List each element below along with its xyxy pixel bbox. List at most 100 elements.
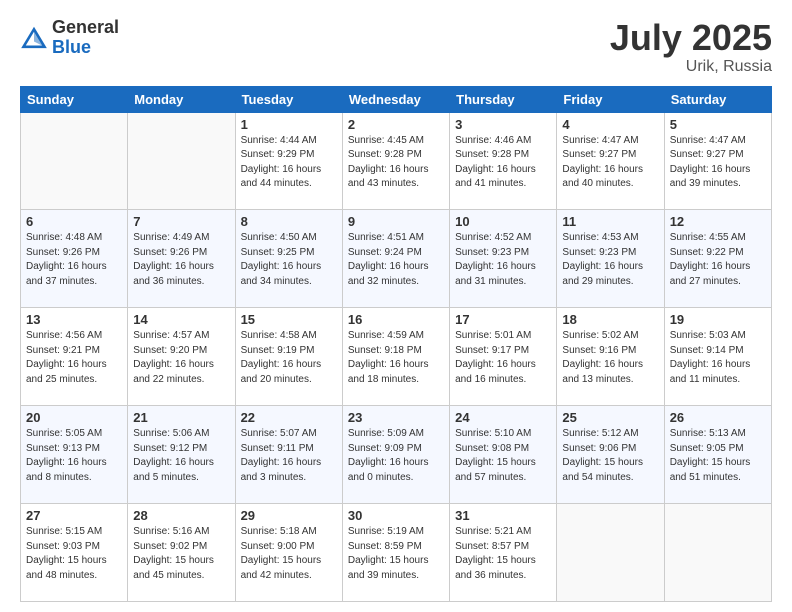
calendar-week-row: 1Sunrise: 4:44 AMSunset: 9:29 PMDaylight… (21, 112, 772, 210)
table-row: 5 Sunrise: 4:47 AMSunset: 9:27 PMDaylight… (664, 112, 771, 210)
table-row: 27 Sunrise: 5:15 AMSunset: 9:03 PMDayligh… (21, 504, 128, 602)
day-number: 29 (241, 508, 337, 523)
table-row: 28 Sunrise: 5:16 AMSunset: 9:02 PMDayligh… (128, 504, 235, 602)
day-info: Sunrise: 4:55 AMSunset: 9:22 PMDaylight:… (670, 231, 766, 289)
table-row: 7 Sunrise: 4:49 AMSunset: 9:26 PMDaylight… (128, 210, 235, 308)
table-row: 18Sunrise: 5:02 AMSunset: 9:16 PMDayligh… (557, 308, 664, 406)
table-row: 19 Sunrise: 5:03 AMSunset: 9:14 PMDayligh… (664, 308, 771, 406)
table-row: 13 Sunrise: 4:56 AMSunset: 9:21 PMDayligh… (21, 308, 128, 406)
title-month: July 2025 (610, 18, 772, 58)
table-row: 1Sunrise: 4:44 AMSunset: 9:29 PMDaylight… (235, 112, 342, 210)
table-row: 16 Sunrise: 4:59 AMSunset: 9:18 PMDayligh… (342, 308, 449, 406)
day-number: 7 (133, 214, 229, 229)
col-sunday: Sunday (21, 86, 128, 112)
day-info: Sunrise: 5:16 AMSunset: 9:02 PMDaylight:… (133, 525, 229, 583)
day-number: 2 (348, 117, 444, 132)
table-row: 6Sunrise: 4:48 AMSunset: 9:26 PMDaylight… (21, 210, 128, 308)
day-number: 17 (455, 312, 551, 327)
day-info: Sunrise: 5:09 AMSunset: 9:09 PMDaylight:… (348, 427, 444, 485)
day-number: 27 (26, 508, 122, 523)
col-saturday: Saturday (664, 86, 771, 112)
day-info: Sunrise: 4:51 AMSunset: 9:24 PMDaylight:… (348, 231, 444, 289)
day-info: Sunrise: 5:03 AMSunset: 9:14 PMDaylight:… (670, 329, 766, 387)
day-number: 28 (133, 508, 229, 523)
day-info: Sunrise: 4:47 AMSunset: 9:27 PMDaylight:… (562, 134, 658, 192)
table-row (128, 112, 235, 210)
day-info: Sunrise: 4:50 AMSunset: 9:25 PMDaylight:… (241, 231, 337, 289)
day-number: 8 (241, 214, 337, 229)
table-row: 4Sunrise: 4:47 AMSunset: 9:27 PMDaylight… (557, 112, 664, 210)
logo-icon (20, 24, 48, 52)
table-row: 21 Sunrise: 5:06 AMSunset: 9:12 PMDayligh… (128, 406, 235, 504)
logo-general-text: General (52, 18, 119, 38)
table-row: 9 Sunrise: 4:51 AMSunset: 9:24 PMDaylight… (342, 210, 449, 308)
calendar-header-row: Sunday Monday Tuesday Wednesday Thursday… (21, 86, 772, 112)
day-number: 23 (348, 410, 444, 425)
day-info: Sunrise: 4:53 AMSunset: 9:23 PMDaylight:… (562, 231, 658, 289)
day-info: Sunrise: 5:18 AMSunset: 9:00 PMDaylight:… (241, 525, 337, 583)
calendar-week-row: 27 Sunrise: 5:15 AMSunset: 9:03 PMDayligh… (21, 504, 772, 602)
day-info: Sunrise: 5:06 AMSunset: 9:12 PMDaylight:… (133, 427, 229, 485)
day-number: 31 (455, 508, 551, 523)
col-friday: Friday (557, 86, 664, 112)
day-number: 16 (348, 312, 444, 327)
day-number: 5 (670, 117, 766, 132)
day-info: Sunrise: 4:52 AMSunset: 9:23 PMDaylight:… (455, 231, 551, 289)
day-info: Sunrise: 5:13 AMSunset: 9:05 PMDaylight:… (670, 427, 766, 485)
logo-text: General Blue (52, 18, 119, 58)
table-row: 11 Sunrise: 4:53 AMSunset: 9:23 PMDayligh… (557, 210, 664, 308)
table-row: 8 Sunrise: 4:50 AMSunset: 9:25 PMDaylight… (235, 210, 342, 308)
table-row: 2Sunrise: 4:45 AMSunset: 9:28 PMDaylight… (342, 112, 449, 210)
day-number: 15 (241, 312, 337, 327)
col-wednesday: Wednesday (342, 86, 449, 112)
table-row: 3 Sunrise: 4:46 AMSunset: 9:28 PMDaylight… (450, 112, 557, 210)
title-block: July 2025 Urik, Russia (610, 18, 772, 76)
day-info: Sunrise: 5:01 AMSunset: 9:17 PMDaylight:… (455, 329, 551, 387)
table-row: 12Sunrise: 4:55 AMSunset: 9:22 PMDayligh… (664, 210, 771, 308)
day-number: 21 (133, 410, 229, 425)
logo-blue-text: Blue (52, 38, 119, 58)
day-number: 13 (26, 312, 122, 327)
day-info: Sunrise: 4:47 AMSunset: 9:27 PMDaylight:… (670, 134, 766, 192)
day-number: 11 (562, 214, 658, 229)
day-info: Sunrise: 5:12 AMSunset: 9:06 PMDaylight:… (562, 427, 658, 485)
day-info: Sunrise: 5:10 AMSunset: 9:08 PMDaylight:… (455, 427, 551, 485)
day-info: Sunrise: 4:48 AMSunset: 9:26 PMDaylight:… (26, 231, 122, 289)
table-row: 22 Sunrise: 5:07 AMSunset: 9:11 PMDayligh… (235, 406, 342, 504)
col-thursday: Thursday (450, 86, 557, 112)
table-row: 10 Sunrise: 4:52 AMSunset: 9:23 PMDayligh… (450, 210, 557, 308)
day-number: 10 (455, 214, 551, 229)
day-info: Sunrise: 4:59 AMSunset: 9:18 PMDaylight:… (348, 329, 444, 387)
day-info: Sunrise: 5:15 AMSunset: 9:03 PMDaylight:… (26, 525, 122, 583)
table-row: 14 Sunrise: 4:57 AMSunset: 9:20 PMDayligh… (128, 308, 235, 406)
day-number: 25 (562, 410, 658, 425)
table-row: 23 Sunrise: 5:09 AMSunset: 9:09 PMDayligh… (342, 406, 449, 504)
table-row: 31Sunrise: 5:21 AMSunset: 8:57 PMDayligh… (450, 504, 557, 602)
day-number: 9 (348, 214, 444, 229)
calendar-week-row: 13 Sunrise: 4:56 AMSunset: 9:21 PMDayligh… (21, 308, 772, 406)
title-location: Urik, Russia (610, 58, 772, 76)
table-row (664, 504, 771, 602)
logo: General Blue (20, 18, 119, 58)
day-number: 3 (455, 117, 551, 132)
table-row (21, 112, 128, 210)
day-number: 24 (455, 410, 551, 425)
day-number: 1 (241, 117, 337, 132)
day-info: Sunrise: 4:57 AMSunset: 9:20 PMDaylight:… (133, 329, 229, 387)
table-row: 26Sunrise: 5:13 AMSunset: 9:05 PMDayligh… (664, 406, 771, 504)
day-info: Sunrise: 4:49 AMSunset: 9:26 PMDaylight:… (133, 231, 229, 289)
day-number: 19 (670, 312, 766, 327)
day-info: Sunrise: 4:46 AMSunset: 9:28 PMDaylight:… (455, 134, 551, 192)
day-number: 20 (26, 410, 122, 425)
day-info: Sunrise: 4:56 AMSunset: 9:21 PMDaylight:… (26, 329, 122, 387)
header: General Blue July 2025 Urik, Russia (20, 18, 772, 76)
day-number: 22 (241, 410, 337, 425)
table-row: 24 Sunrise: 5:10 AMSunset: 9:08 PMDayligh… (450, 406, 557, 504)
day-number: 14 (133, 312, 229, 327)
day-number: 18 (562, 312, 658, 327)
col-tuesday: Tuesday (235, 86, 342, 112)
day-info: Sunrise: 5:07 AMSunset: 9:11 PMDaylight:… (241, 427, 337, 485)
table-row: 20Sunrise: 5:05 AMSunset: 9:13 PMDayligh… (21, 406, 128, 504)
col-monday: Monday (128, 86, 235, 112)
table-row: 30Sunrise: 5:19 AMSunset: 8:59 PMDayligh… (342, 504, 449, 602)
